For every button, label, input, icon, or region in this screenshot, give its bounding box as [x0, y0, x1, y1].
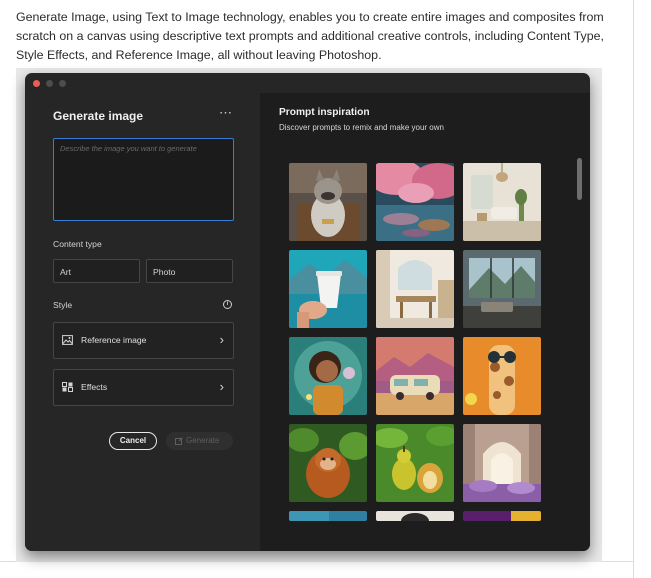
reference-image-label: Reference image	[81, 335, 147, 345]
prompt-input[interactable]	[53, 138, 234, 221]
generate-image-window: Generate image ⋯ Content type Art Photo …	[25, 73, 590, 551]
content-type-photo-option[interactable]: Photo	[146, 259, 233, 283]
thumbnail-orangutan-in-jungle[interactable]	[289, 424, 367, 502]
thumbnail-bulldog-on-throne[interactable]	[289, 163, 367, 241]
window-close-button[interactable]	[33, 80, 40, 87]
inspiration-subtitle: Discover prompts to remix and make your …	[279, 123, 444, 132]
generate-button[interactable]: Generate	[166, 432, 233, 450]
page-divider-vertical	[633, 0, 634, 578]
living-room-image	[463, 163, 541, 241]
partial-image-3	[463, 511, 541, 521]
coffee-cup-image	[289, 250, 367, 328]
girl-bubble-image	[289, 337, 367, 415]
partial-image-2	[376, 511, 454, 521]
thumbnail-mountain-view-room[interactable]	[463, 250, 541, 328]
more-horizontal-icon[interactable]: ⋯	[219, 105, 232, 121]
thumbnail-girl-with-bubble[interactable]	[289, 337, 367, 415]
window-titlebar	[25, 73, 590, 93]
effects-label: Effects	[81, 382, 108, 392]
orangutan-image	[289, 424, 367, 502]
camper-van-image	[376, 337, 454, 415]
effects-row[interactable]: Effects ›	[53, 369, 234, 406]
panel-title: Generate image	[53, 109, 144, 123]
thumbnail-partial-3[interactable]	[463, 511, 541, 521]
generate-icon	[175, 437, 183, 445]
kitchen-image	[376, 250, 454, 328]
thumbnail-pears-with-leaves[interactable]	[376, 424, 454, 502]
thumbnail-giraffe-with-sunglasses[interactable]	[463, 337, 541, 415]
bulldog-image	[289, 163, 367, 241]
inspiration-title: Prompt inspiration	[279, 107, 370, 118]
style-label: Style	[53, 300, 73, 310]
cancel-button[interactable]: Cancel	[109, 432, 157, 450]
partial-image-1	[289, 511, 367, 521]
content-type-label: Content type	[53, 239, 102, 249]
thumbnail-partial-1[interactable]	[289, 511, 367, 521]
reference-image-row[interactable]: Reference image ›	[53, 322, 234, 359]
thumbnail-arched-hallway-flowers[interactable]	[463, 424, 541, 502]
chevron-right-icon: ›	[219, 332, 224, 347]
prompt-inspiration-panel: Prompt inspiration Discover prompts to r…	[260, 93, 590, 551]
window-minimize-button[interactable]	[46, 80, 53, 87]
info-icon[interactable]: i	[223, 300, 232, 309]
intro-paragraph: Generate Image, using Text to Image tech…	[16, 10, 604, 62]
thumbnail-living-room-interior[interactable]	[463, 163, 541, 241]
pears-image	[376, 424, 454, 502]
chevron-right-icon: ›	[219, 379, 224, 394]
image-icon	[62, 335, 73, 345]
thumbnail-retro-camper-van[interactable]	[376, 337, 454, 415]
arched-hallway-image	[463, 424, 541, 502]
thumbnail-cherry-blossom-lake[interactable]	[376, 163, 454, 241]
cherry-blossom-image	[376, 163, 454, 241]
window-zoom-button[interactable]	[59, 80, 66, 87]
content-type-art-option[interactable]: Art	[53, 259, 140, 283]
giraffe-image	[463, 337, 541, 415]
thumbnail-hand-holding-coffee-cup[interactable]	[289, 250, 367, 328]
mountain-room-image	[463, 250, 541, 328]
inspiration-scrollbar[interactable]	[577, 158, 582, 200]
thumbnail-partial-2[interactable]	[376, 511, 454, 521]
generate-label: Generate	[186, 436, 220, 445]
generate-panel: Generate image ⋯ Content type Art Photo …	[25, 93, 260, 551]
thumbnail-kitchen-interior[interactable]	[376, 250, 454, 328]
effects-icon	[62, 382, 73, 392]
